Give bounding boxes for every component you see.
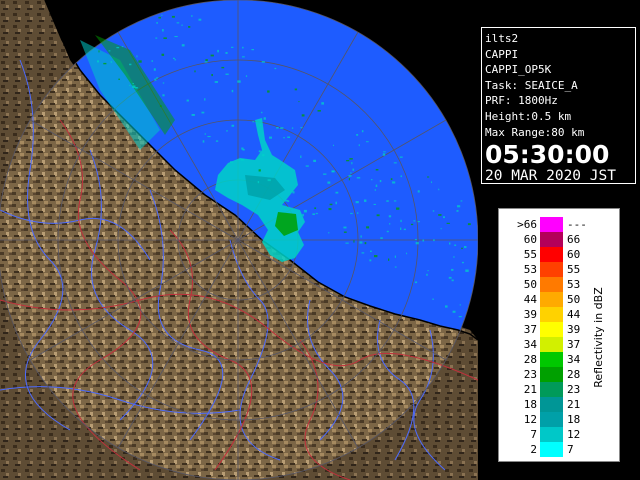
legend-title: Reflectivity in dBZ: [591, 286, 605, 388]
legend-swatch: [540, 427, 563, 442]
legend-lo-value: 2: [530, 443, 537, 456]
max-range-value: Max Range:80 km: [485, 125, 585, 139]
legend-swatch: [540, 337, 563, 352]
legend-lo-value: 44: [523, 293, 537, 306]
scan-time: 05:30:00: [485, 140, 610, 170]
radar-display[interactable]: [0, 0, 478, 480]
legend-swatch: [540, 382, 563, 397]
legend-lo-value: 18: [523, 398, 537, 411]
legend-hi-value: 60: [567, 248, 581, 261]
legend-swatch: [540, 307, 563, 322]
color-legend: >66 --- 60 66 55 60 53 55 50 53 44 50 39 44 37 39 34 37 28…: [498, 208, 620, 462]
legend-lo-value: 55: [523, 248, 537, 261]
legend-lo-value: 21: [523, 383, 537, 396]
legend-swatch: [540, 232, 563, 247]
legend-hi-value: 37: [567, 338, 581, 351]
task-name: Task: SEAICE_A: [485, 78, 578, 92]
legend-swatch: [540, 397, 563, 412]
legend-hi-value: 23: [567, 383, 581, 396]
legend-lo-value: 37: [523, 323, 537, 336]
legend-hi-value: 18: [567, 413, 581, 426]
legend-lo-value: 23: [523, 368, 537, 381]
legend-hi-value: 53: [567, 278, 581, 291]
radar-info-panel: ilts2 CAPPI CAPPI_OP5K Task: SEAICE_A PR…: [481, 27, 636, 184]
legend-hi-value: 21: [567, 398, 581, 411]
legend-swatch: [540, 367, 563, 382]
scan-date: 20 MAR 2020 JST: [485, 168, 616, 185]
legend-lo-value: 53: [523, 263, 537, 276]
legend-swatch: [540, 442, 563, 457]
legend-lo-value: 7: [530, 428, 537, 441]
legend-swatch: [540, 247, 563, 262]
legend-title-box: Reflectivity in dBZ: [583, 219, 613, 455]
legend-hi-value: 55: [567, 263, 581, 276]
legend-swatch: [540, 217, 563, 232]
legend-hi-value: 34: [567, 353, 581, 366]
legend-lo-value: 39: [523, 308, 537, 321]
legend-swatch: [540, 292, 563, 307]
legend-swatch: [540, 277, 563, 292]
legend-lo-value: 12: [523, 413, 537, 426]
legend-hi-value: 7: [567, 443, 574, 456]
legend-lo-value: 34: [523, 338, 537, 351]
height-value: Height:0.5 km: [485, 109, 572, 123]
product-type: CAPPI: [485, 47, 519, 61]
legend-lo-value: 50: [523, 278, 537, 291]
legend-swatch: [540, 262, 563, 277]
legend-lo-value: 60: [523, 233, 537, 246]
legend-swatch: [540, 322, 563, 337]
legend-hi-value: 66: [567, 233, 581, 246]
legend-lo-value: 28: [523, 353, 537, 366]
legend-hi-value: 12: [567, 428, 581, 441]
radar-map: [0, 0, 478, 480]
legend-hi-value: 28: [567, 368, 581, 381]
legend-hi-value: 44: [567, 308, 581, 321]
legend-swatch: [540, 352, 563, 367]
legend-lo-value: >66: [517, 218, 537, 231]
legend-hi-value: 39: [567, 323, 581, 336]
site-name: ilts2: [485, 32, 519, 45]
legend-swatch: [540, 412, 563, 427]
prf-value: PRF: 1800Hz: [485, 94, 558, 108]
product-name: CAPPI_OP5K: [485, 63, 552, 77]
legend-hi-value: 50: [567, 293, 581, 306]
